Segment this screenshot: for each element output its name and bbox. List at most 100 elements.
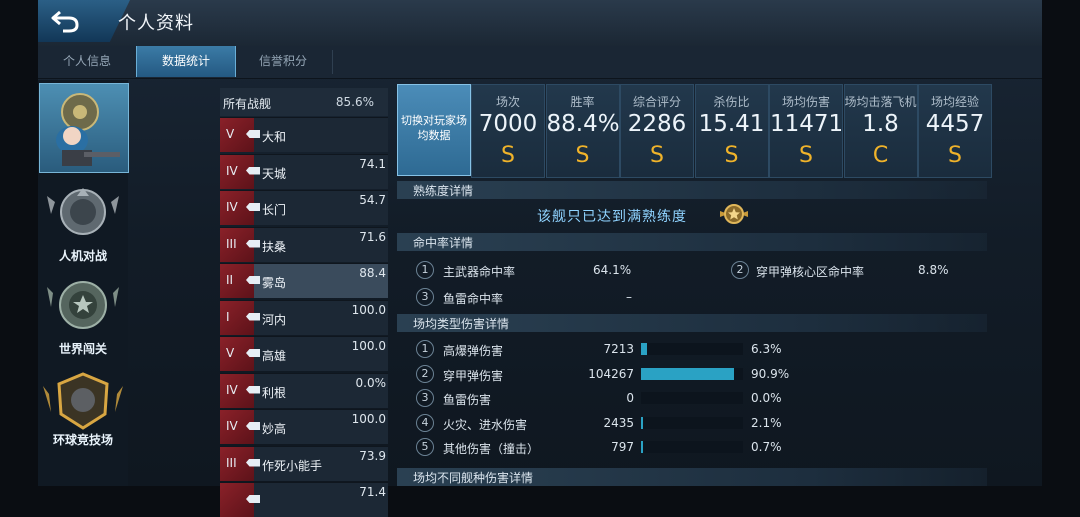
ship-tier: IV <box>226 163 238 178</box>
nav-label: 人机对战 <box>58 249 107 263</box>
damage-percent: 0.0% <box>751 391 782 405</box>
damage-type-label: 火灾、进水伤害 <box>443 417 528 432</box>
damage-value: 2435 <box>603 415 634 430</box>
stat-grade: S <box>724 143 739 168</box>
stat-value: 7000 <box>478 111 538 137</box>
ship-name: 长门 <box>262 203 287 217</box>
main-battery-hit-rate-label: 主武器命中率 <box>443 265 516 279</box>
ship-row[interactable]: III 作死小能手 73.9 <box>220 445 388 481</box>
damage-row-number: 4 <box>416 413 434 432</box>
ship-list-header[interactable]: 所有战舰 85.6% <box>220 88 388 116</box>
damage-percent: 90.9% <box>751 366 790 381</box>
hit-rate-number: 1 <box>416 261 434 279</box>
ship-tier: IV <box>226 200 238 214</box>
ship-name: 扶桑 <box>262 239 287 254</box>
tab-bar: 个人信息 数据统计 信誉积分 <box>38 46 1042 79</box>
damage-row-number: 3 <box>416 389 434 407</box>
tab-label: 个人信息 <box>62 54 111 68</box>
section-title: 场均类型伤害详情 <box>413 317 510 331</box>
stat-value: 15.41 <box>698 111 765 137</box>
nav-label: 环球竞技场 <box>52 433 113 447</box>
damage-percent: 6.3% <box>751 342 782 356</box>
stat-grade: C <box>872 143 889 168</box>
damage-type-label: 鱼雷伤害 <box>443 393 492 407</box>
ship-tier: III <box>226 236 237 251</box>
ship-win-rate: 0.0% <box>355 375 387 390</box>
arena-badge-icon <box>43 372 123 430</box>
tab-statistics[interactable]: 数据统计 <box>136 46 236 77</box>
ship-win-rate: 100.0 <box>351 302 386 317</box>
damage-row-number: 5 <box>416 438 434 456</box>
damage-value: 0 <box>626 391 634 405</box>
torpedo-hit-rate-value: – <box>626 290 632 304</box>
character-card[interactable] <box>39 83 129 173</box>
ship-name: 大和 <box>262 130 287 144</box>
stat-label: 场均伤害 <box>781 95 830 109</box>
tab-personal-info[interactable]: 个人信息 <box>38 46 136 77</box>
ship-row[interactable]: III 扶桑 71.6 <box>220 226 388 262</box>
tab-divider <box>332 50 333 74</box>
stat-label: 场均击落飞机 <box>844 95 917 109</box>
damage-value: 7213 <box>603 342 634 356</box>
ship-row[interactable]: IV 利根 0.0% <box>220 372 388 408</box>
damage-share-bar <box>641 367 743 380</box>
ship-name: 高雄 <box>262 349 287 363</box>
damage-type-section-header: 场均类型伤害详情 <box>397 314 987 332</box>
hit-rate-number: 3 <box>416 288 434 306</box>
torpedo-hit-rate-label: 鱼雷命中率 <box>443 292 504 306</box>
ship-row[interactable]: I 河内 100.0 <box>220 299 388 335</box>
ship-win-rate: 88.4 <box>359 266 386 280</box>
stat-grade: S <box>799 143 813 168</box>
damage-value: 797 <box>611 440 634 454</box>
damage-share-bar <box>641 392 743 404</box>
stat-value: 114712 <box>770 111 858 137</box>
tab-label: 信誉积分 <box>258 54 307 68</box>
nav-label: 世界闯关 <box>58 342 107 356</box>
ship-win-rate: 73.9 <box>359 448 386 463</box>
switch-pvp-average-button[interactable]: 切换对玩家场均数据 <box>397 84 471 176</box>
ship-type-damage-section-header: 场均不同舰种伤害详情 <box>397 468 987 486</box>
ship-tier: IV <box>226 419 238 433</box>
ship-name: 天城 <box>262 166 287 181</box>
ship-tier: II <box>226 273 234 287</box>
ship-row[interactable]: 71.4 <box>220 482 388 517</box>
damage-percent: 0.7% <box>751 440 782 454</box>
ship-win-rate: 71.6 <box>359 229 386 244</box>
damage-type-label: 穿甲弹伤害 <box>443 368 504 383</box>
stat-value: 4457 <box>925 111 985 137</box>
main-battery-hit-rate-value: 64.1% <box>593 263 632 277</box>
damage-row-number: 1 <box>416 340 434 358</box>
tab-label: 数据统计 <box>161 54 210 68</box>
ship-row[interactable]: IV 天城 74.1 <box>220 153 388 189</box>
ship-row[interactable]: V 高雄 100.0 <box>220 336 388 371</box>
ship-row[interactable]: II 雾岛 88.4 <box>220 263 388 298</box>
damage-value: 104267 <box>588 366 634 381</box>
page-title: 个人资料 <box>118 13 194 34</box>
ship-row[interactable]: IV 妙高 100.0 <box>220 409 388 444</box>
ship-row[interactable]: IV 长门 54.7 <box>220 190 388 225</box>
world-badge-icon <box>47 281 119 329</box>
ship-list-overall-rate: 85.6% <box>335 95 374 109</box>
hit-rate-number: 2 <box>731 261 749 279</box>
tab-credit-score[interactable]: 信誉积分 <box>235 46 331 77</box>
ap-citadel-hit-rate-value: 8.8% <box>918 263 949 277</box>
stat-card: 场均击落飞机 1.8 C <box>843 84 918 178</box>
ship-win-rate: 54.7 <box>359 193 386 207</box>
stat-grade: S <box>650 143 664 168</box>
stat-card: 综合评分 2286 S <box>620 84 694 178</box>
damage-percent: 2.1% <box>751 415 782 430</box>
ship-list-title: 所有战舰 <box>223 97 272 111</box>
switch-button-label: 切换对玩家场均数据 <box>401 114 467 142</box>
stat-grade: S <box>948 143 962 168</box>
ship-win-rate: 100.0 <box>351 339 386 353</box>
stat-grade: S <box>575 143 590 168</box>
ship-name: 妙高 <box>262 422 287 436</box>
pve-badge-icon <box>47 188 119 235</box>
ship-win-rate: 74.1 <box>359 156 386 171</box>
damage-type-label: 其他伤害（撞击） <box>443 442 540 456</box>
ship-row[interactable]: V 大和 <box>220 117 388 152</box>
damage-type-label: 高爆弹伤害 <box>443 344 504 358</box>
damage-share-fill <box>641 367 734 380</box>
stat-value: 1.8 <box>862 111 899 137</box>
damage-share-bar <box>641 416 743 429</box>
